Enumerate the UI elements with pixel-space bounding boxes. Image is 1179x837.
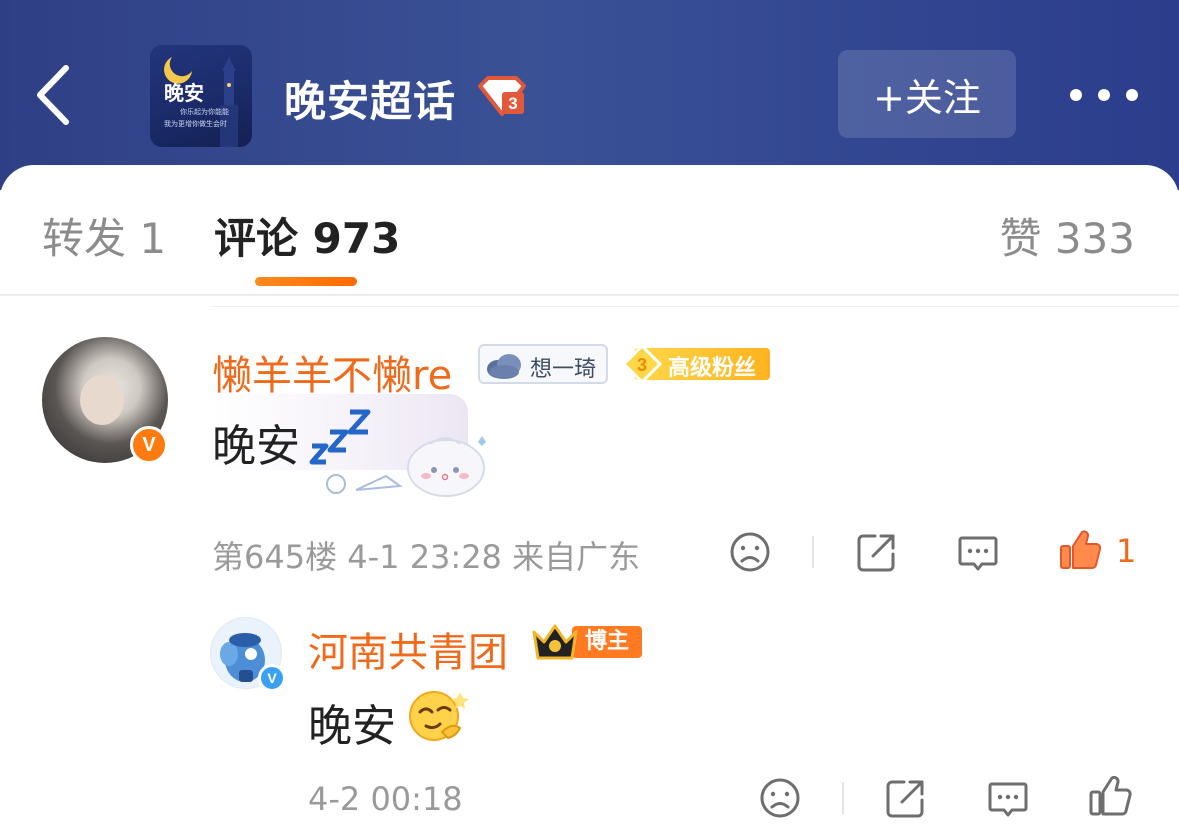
verified-badge-icon: V bbox=[130, 426, 168, 464]
senior-badge-label: 高级粉丝 bbox=[668, 356, 757, 381]
cloud-icon bbox=[487, 354, 521, 379]
fan-badge-label: 想一琦 bbox=[530, 357, 597, 382]
avatar-face bbox=[80, 375, 124, 425]
dislike-icon[interactable] bbox=[758, 776, 802, 820]
active-tab-indicator bbox=[255, 277, 357, 286]
dislike-icon[interactable] bbox=[728, 530, 772, 574]
comment-meta: 第645楼 4-1 23:28 来自广东 bbox=[212, 538, 641, 576]
comment-text: 晚安 bbox=[212, 421, 300, 472]
badge-level: 3 bbox=[637, 355, 647, 375]
thumbnail-caption: 你乐起为你能能 bbox=[180, 108, 229, 116]
like-count: 1 bbox=[1116, 532, 1137, 570]
like-icon[interactable] bbox=[1058, 528, 1102, 572]
thinking-emoji-icon bbox=[409, 691, 469, 741]
tab-likes[interactable]: 赞 333 bbox=[999, 205, 1135, 266]
tab-comments[interactable]: 评论 973 bbox=[214, 205, 400, 266]
diamond-icon: 3 bbox=[621, 344, 663, 384]
share-icon[interactable] bbox=[884, 776, 928, 820]
divider bbox=[842, 782, 844, 814]
level-number: 3 bbox=[508, 94, 517, 113]
level-badge-icon: 3 bbox=[478, 76, 526, 116]
verified-badge-icon: V bbox=[258, 664, 286, 692]
bubble-decoration-icon bbox=[326, 436, 486, 497]
topic-title[interactable]: 晚安超话 bbox=[284, 68, 456, 129]
content-card: 转发 1 评论 973 赞 333 bbox=[0, 165, 1179, 837]
topic-header: 晚安 你乐起为你能能 我为更增你做生会时 晚安超话 3 +关注 bbox=[0, 0, 1179, 190]
comment-icon[interactable] bbox=[956, 530, 1000, 574]
like-icon[interactable] bbox=[1088, 774, 1132, 818]
crown-icon bbox=[532, 624, 578, 660]
follow-button[interactable]: +关注 bbox=[838, 50, 1016, 138]
thumbnail-title: 晚安 bbox=[164, 81, 204, 105]
divider bbox=[0, 294, 1179, 296]
more-options-icon[interactable] bbox=[1066, 80, 1142, 110]
comment-icon[interactable] bbox=[986, 776, 1030, 820]
reply-text: 晚安 bbox=[308, 701, 396, 752]
share-icon[interactable] bbox=[855, 530, 899, 574]
back-arrow-icon[interactable] bbox=[30, 62, 80, 128]
author-badge: 博主 bbox=[530, 620, 642, 664]
divider bbox=[210, 306, 1179, 307]
divider bbox=[812, 536, 814, 568]
author-tag: 博主 bbox=[572, 626, 642, 658]
topic-thumbnail[interactable]: 晚安 你乐起为你能能 我为更增你做生会时 bbox=[150, 45, 252, 147]
senior-fan-badge[interactable]: 3 高级粉丝 bbox=[620, 344, 770, 384]
thumbnail-caption: 我为更增你做生会时 bbox=[164, 120, 227, 128]
tab-repost[interactable]: 转发 1 bbox=[42, 205, 166, 266]
fan-group-badge[interactable]: 想一琦 bbox=[478, 344, 608, 384]
reply-username[interactable]: 河南共青团 bbox=[308, 620, 508, 678]
comment-username[interactable]: 懒羊羊不懒re bbox=[212, 343, 452, 401]
reply-meta: 4-2 00:18 bbox=[308, 780, 463, 818]
